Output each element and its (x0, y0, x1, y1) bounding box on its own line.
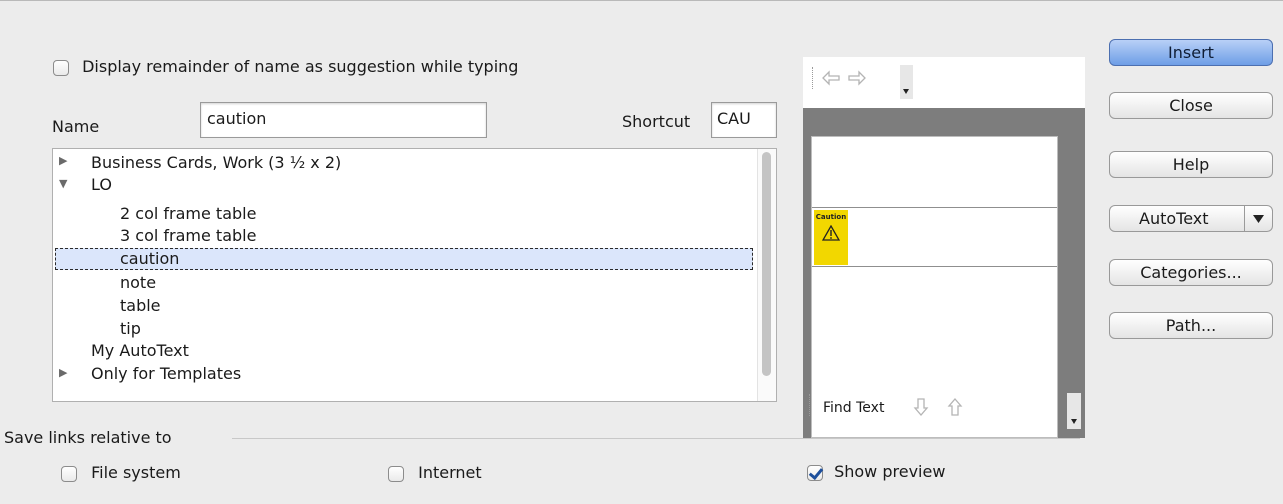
insert-button[interactable]: Insert (1109, 39, 1273, 66)
table-line (812, 207, 1057, 208)
toolbar-overflow-button[interactable] (900, 65, 913, 99)
autotext-tree[interactable]: ▶ Business Cards, Work (3 ½ x 2) ▼ LO 2 … (52, 148, 777, 402)
warning-triangle-icon (821, 224, 841, 241)
tree-item-tip[interactable]: tip (120, 318, 141, 340)
button-separator (1244, 206, 1245, 231)
internet-checkbox[interactable] (388, 465, 404, 482)
help-button[interactable]: Help (1109, 151, 1273, 178)
preview-canvas: Caution (803, 108, 1085, 438)
display-remainder-checkbox[interactable] (53, 59, 69, 76)
show-preview-checkbox[interactable] (807, 464, 823, 481)
tree-item-caution[interactable]: caution (120, 248, 179, 270)
categories-button[interactable]: Categories... (1109, 259, 1273, 286)
arrow-down-icon[interactable] (913, 397, 929, 417)
chevron-down-icon (903, 89, 909, 94)
path-button[interactable]: Path... (1109, 312, 1273, 339)
file-system-checkbox[interactable] (61, 465, 77, 482)
expand-triangle-icon[interactable]: ▶ (59, 154, 67, 167)
file-system-label: File system (91, 463, 181, 482)
tree-item-business-cards[interactable]: Business Cards, Work (3 ½ x 2) (91, 152, 341, 174)
tree-scrollbar-thumb[interactable] (762, 152, 771, 376)
expand-triangle-icon[interactable]: ▶ (59, 366, 67, 379)
close-button[interactable]: Close (1109, 92, 1273, 119)
collapse-triangle-icon[interactable]: ▼ (59, 177, 67, 190)
display-remainder-label: Display remainder of name as suggestion … (82, 57, 519, 76)
autotext-button-label: AutoText (1139, 209, 1209, 228)
tree-item-3-col-frame-table[interactable]: 3 col frame table (120, 225, 256, 247)
tree-item-note[interactable]: note (120, 272, 156, 294)
tree-item-my-autotext[interactable]: My AutoText (91, 340, 189, 362)
dropdown-arrow-icon (1253, 215, 1264, 223)
caution-graphic: Caution (814, 210, 848, 265)
tree-item-2-col-frame-table[interactable]: 2 col frame table (120, 203, 256, 225)
show-preview-label: Show preview (834, 462, 946, 481)
tree-item-only-for-templates[interactable]: Only for Templates (91, 363, 241, 385)
toolbar-grip (812, 67, 814, 89)
file-system-option[interactable]: File system (61, 462, 181, 484)
name-label: Name (52, 117, 100, 136)
chevron-down-icon (1071, 419, 1077, 424)
tree-item-lo[interactable]: LO (91, 174, 112, 196)
find-toolbar-overflow-button[interactable] (1067, 393, 1081, 429)
find-text-label: Find Text (823, 400, 885, 416)
arrow-left-icon[interactable] (821, 70, 841, 86)
autotext-dialog: Display remainder of name as suggestion … (0, 0, 1283, 504)
preview-page: Caution (811, 136, 1058, 438)
tree-item-table[interactable]: table (120, 295, 161, 317)
arrow-up-icon[interactable] (947, 397, 963, 417)
shortcut-label: Shortcut (622, 112, 691, 131)
toolbar-grip (809, 394, 811, 416)
name-input[interactable]: caution (200, 102, 487, 138)
shortcut-input[interactable]: CAU (711, 102, 777, 138)
tree-scrollbar[interactable] (757, 149, 776, 401)
save-links-title: Save links relative to (4, 428, 172, 447)
internet-option[interactable]: Internet (388, 462, 482, 484)
section-divider (232, 438, 1080, 439)
table-line (812, 266, 1057, 267)
preview-pane: Caution Find Text (803, 57, 1085, 438)
arrow-right-icon[interactable] (847, 70, 867, 86)
show-preview-option[interactable]: Show preview (807, 461, 945, 483)
autotext-menu-button[interactable]: AutoText (1109, 205, 1273, 232)
internet-label: Internet (418, 463, 482, 482)
caution-graphic-text: Caution (815, 213, 847, 221)
display-remainder-option[interactable]: Display remainder of name as suggestion … (53, 56, 518, 78)
